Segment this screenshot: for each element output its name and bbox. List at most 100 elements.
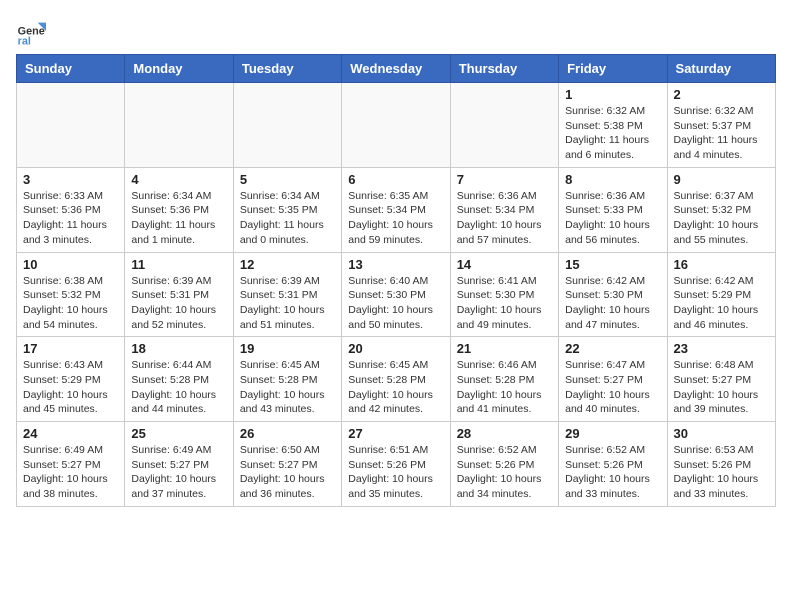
day-number: 22 [565, 341, 660, 356]
calendar-cell: 26 Sunrise: 6:50 AM Sunset: 5:27 PM Dayli… [233, 422, 341, 507]
calendar-cell: 10Sunrise: 6:38 AM Sunset: 5:32 PM Dayli… [17, 252, 125, 337]
day-number: 23 [674, 341, 769, 356]
calendar-cell [125, 83, 233, 168]
calendar-cell: 18Sunrise: 6:44 AM Sunset: 5:28 PM Dayli… [125, 337, 233, 422]
day-number: 29 [565, 426, 660, 441]
calendar-cell: 2 Sunrise: 6:32 AM Sunset: 5:37 PM Daylig… [667, 83, 775, 168]
day-info: Sunrise: 6:49 AM Sunset: 5:27 PM Dayligh… [23, 443, 118, 502]
calendar-table: SundayMondayTuesdayWednesdayThursdayFrid… [16, 54, 776, 507]
calendar-cell: 5 Sunrise: 6:34 AM Sunset: 5:35 PM Daylig… [233, 167, 341, 252]
calendar-cell: 21Sunrise: 6:46 AM Sunset: 5:28 PM Dayli… [450, 337, 558, 422]
day-number: 1 [565, 87, 660, 102]
calendar-cell: 23 Sunrise: 6:48 AM Sunset: 5:27 PM Dayli… [667, 337, 775, 422]
day-of-week-header: Friday [559, 55, 667, 83]
day-header-row: SundayMondayTuesdayWednesdayThursdayFrid… [17, 55, 776, 83]
day-number: 13 [348, 257, 443, 272]
calendar-cell: 6Sunrise: 6:35 AM Sunset: 5:34 PM Daylig… [342, 167, 450, 252]
day-info: Sunrise: 6:49 AM Sunset: 5:27 PM Dayligh… [131, 443, 226, 502]
calendar-week-row: 17Sunrise: 6:43 AM Sunset: 5:29 PM Dayli… [17, 337, 776, 422]
calendar-cell: 13 Sunrise: 6:40 AM Sunset: 5:30 PM Dayli… [342, 252, 450, 337]
calendar-week-row: 3 Sunrise: 6:33 AM Sunset: 5:36 PM Daylig… [17, 167, 776, 252]
day-info: Sunrise: 6:53 AM Sunset: 5:26 PM Dayligh… [674, 443, 769, 502]
day-number: 18 [131, 341, 226, 356]
calendar-cell: 4 Sunrise: 6:34 AM Sunset: 5:36 PM Daylig… [125, 167, 233, 252]
day-info: Sunrise: 6:52 AM Sunset: 5:26 PM Dayligh… [457, 443, 552, 502]
day-number: 6 [348, 172, 443, 187]
calendar-week-row: 10Sunrise: 6:38 AM Sunset: 5:32 PM Dayli… [17, 252, 776, 337]
calendar-cell: 15 Sunrise: 6:42 AM Sunset: 5:30 PM Dayli… [559, 252, 667, 337]
calendar-cell: 12 Sunrise: 6:39 AM Sunset: 5:31 PM Dayli… [233, 252, 341, 337]
day-number: 27 [348, 426, 443, 441]
day-info: Sunrise: 6:50 AM Sunset: 5:27 PM Dayligh… [240, 443, 335, 502]
calendar-cell: 9 Sunrise: 6:37 AM Sunset: 5:32 PM Daylig… [667, 167, 775, 252]
day-of-week-header: Saturday [667, 55, 775, 83]
day-info: Sunrise: 6:47 AM Sunset: 5:27 PM Dayligh… [565, 358, 660, 417]
day-info: Sunrise: 6:34 AM Sunset: 5:36 PM Dayligh… [131, 189, 226, 248]
calendar-cell [450, 83, 558, 168]
day-info: Sunrise: 6:42 AM Sunset: 5:29 PM Dayligh… [674, 274, 769, 333]
day-info: Sunrise: 6:39 AM Sunset: 5:31 PM Dayligh… [131, 274, 226, 333]
day-of-week-header: Wednesday [342, 55, 450, 83]
calendar-week-row: 24 Sunrise: 6:49 AM Sunset: 5:27 PM Dayli… [17, 422, 776, 507]
calendar-cell: 8 Sunrise: 6:36 AM Sunset: 5:33 PM Daylig… [559, 167, 667, 252]
day-info: Sunrise: 6:32 AM Sunset: 5:37 PM Dayligh… [674, 104, 769, 163]
calendar-cell: 1Sunrise: 6:32 AM Sunset: 5:38 PM Daylig… [559, 83, 667, 168]
day-info: Sunrise: 6:34 AM Sunset: 5:35 PM Dayligh… [240, 189, 335, 248]
day-info: Sunrise: 6:36 AM Sunset: 5:33 PM Dayligh… [565, 189, 660, 248]
calendar-cell: 3 Sunrise: 6:33 AM Sunset: 5:36 PM Daylig… [17, 167, 125, 252]
day-info: Sunrise: 6:42 AM Sunset: 5:30 PM Dayligh… [565, 274, 660, 333]
calendar-cell: 22 Sunrise: 6:47 AM Sunset: 5:27 PM Dayli… [559, 337, 667, 422]
day-info: Sunrise: 6:37 AM Sunset: 5:32 PM Dayligh… [674, 189, 769, 248]
day-info: Sunrise: 6:33 AM Sunset: 5:36 PM Dayligh… [23, 189, 118, 248]
day-of-week-header: Sunday [17, 55, 125, 83]
calendar-cell: 30 Sunrise: 6:53 AM Sunset: 5:26 PM Dayli… [667, 422, 775, 507]
day-number: 8 [565, 172, 660, 187]
day-info: Sunrise: 6:38 AM Sunset: 5:32 PM Dayligh… [23, 274, 118, 333]
day-number: 16 [674, 257, 769, 272]
day-of-week-header: Monday [125, 55, 233, 83]
day-number: 21 [457, 341, 552, 356]
day-number: 4 [131, 172, 226, 187]
calendar-cell [17, 83, 125, 168]
day-info: Sunrise: 6:45 AM Sunset: 5:28 PM Dayligh… [240, 358, 335, 417]
day-number: 9 [674, 172, 769, 187]
calendar-cell: 7Sunrise: 6:36 AM Sunset: 5:34 PM Daylig… [450, 167, 558, 252]
calendar-cell: 25 Sunrise: 6:49 AM Sunset: 5:27 PM Dayli… [125, 422, 233, 507]
calendar-cell: 20 Sunrise: 6:45 AM Sunset: 5:28 PM Dayli… [342, 337, 450, 422]
day-number: 11 [131, 257, 226, 272]
calendar-cell: 24 Sunrise: 6:49 AM Sunset: 5:27 PM Dayli… [17, 422, 125, 507]
day-info: Sunrise: 6:41 AM Sunset: 5:30 PM Dayligh… [457, 274, 552, 333]
day-number: 20 [348, 341, 443, 356]
page-header: Gene ral [16, 16, 776, 46]
calendar-cell: 16 Sunrise: 6:42 AM Sunset: 5:29 PM Dayli… [667, 252, 775, 337]
day-number: 5 [240, 172, 335, 187]
day-number: 12 [240, 257, 335, 272]
day-number: 3 [23, 172, 118, 187]
day-info: Sunrise: 6:52 AM Sunset: 5:26 PM Dayligh… [565, 443, 660, 502]
day-number: 25 [131, 426, 226, 441]
calendar-cell: 29 Sunrise: 6:52 AM Sunset: 5:26 PM Dayli… [559, 422, 667, 507]
day-of-week-header: Thursday [450, 55, 558, 83]
day-info: Sunrise: 6:51 AM Sunset: 5:26 PM Dayligh… [348, 443, 443, 502]
day-info: Sunrise: 6:48 AM Sunset: 5:27 PM Dayligh… [674, 358, 769, 417]
logo-icon: Gene ral [16, 16, 46, 46]
calendar-cell: 19 Sunrise: 6:45 AM Sunset: 5:28 PM Dayli… [233, 337, 341, 422]
day-number: 24 [23, 426, 118, 441]
svg-text:ral: ral [18, 35, 31, 46]
calendar-cell: 14Sunrise: 6:41 AM Sunset: 5:30 PM Dayli… [450, 252, 558, 337]
day-number: 26 [240, 426, 335, 441]
day-info: Sunrise: 6:39 AM Sunset: 5:31 PM Dayligh… [240, 274, 335, 333]
day-number: 15 [565, 257, 660, 272]
day-number: 2 [674, 87, 769, 102]
calendar-cell: 11 Sunrise: 6:39 AM Sunset: 5:31 PM Dayli… [125, 252, 233, 337]
day-number: 19 [240, 341, 335, 356]
day-number: 28 [457, 426, 552, 441]
calendar-week-row: 1Sunrise: 6:32 AM Sunset: 5:38 PM Daylig… [17, 83, 776, 168]
day-info: Sunrise: 6:45 AM Sunset: 5:28 PM Dayligh… [348, 358, 443, 417]
calendar-cell [233, 83, 341, 168]
day-number: 7 [457, 172, 552, 187]
day-info: Sunrise: 6:43 AM Sunset: 5:29 PM Dayligh… [23, 358, 118, 417]
day-number: 30 [674, 426, 769, 441]
day-info: Sunrise: 6:40 AM Sunset: 5:30 PM Dayligh… [348, 274, 443, 333]
calendar-cell: 17Sunrise: 6:43 AM Sunset: 5:29 PM Dayli… [17, 337, 125, 422]
